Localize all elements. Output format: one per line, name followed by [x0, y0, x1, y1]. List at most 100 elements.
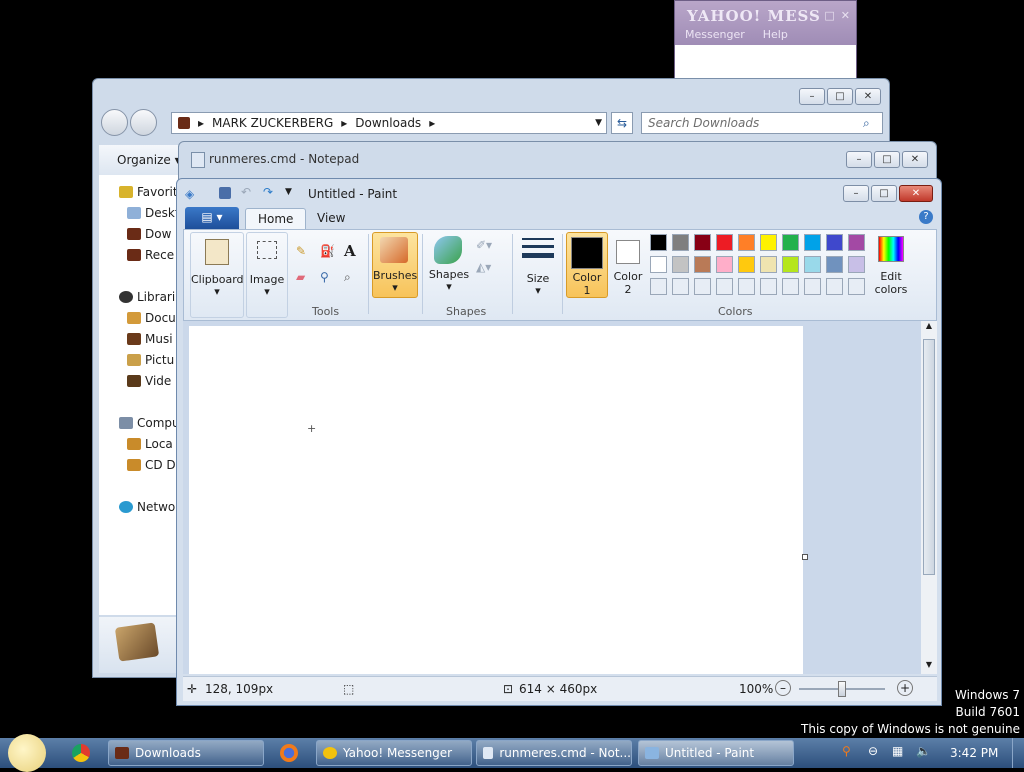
- redo-icon[interactable]: ↷: [263, 185, 273, 199]
- tray-icon[interactable]: ⊖: [868, 744, 878, 758]
- nav-computer[interactable]: Compu: [119, 416, 180, 430]
- nav-videos[interactable]: Vide: [127, 374, 171, 388]
- custom-color-slot[interactable]: [782, 278, 799, 295]
- show-desktop-button[interactable]: [1012, 738, 1024, 768]
- palette-swatch[interactable]: [848, 256, 865, 273]
- yahoo-window-controls[interactable]: – □ ✕: [813, 9, 850, 22]
- volume-icon[interactable]: 🔈: [916, 744, 931, 758]
- close-icon[interactable]: ✕: [841, 9, 850, 22]
- maximize-button[interactable]: □: [874, 151, 900, 168]
- palette-swatch[interactable]: [738, 234, 755, 251]
- nav-documents[interactable]: Docu: [127, 311, 176, 325]
- scroll-thumb[interactable]: [923, 339, 935, 575]
- tab-home[interactable]: Home: [245, 208, 307, 230]
- nav-cd-drive[interactable]: CD D: [127, 458, 176, 472]
- close-button[interactable]: ✕: [899, 185, 933, 202]
- resize-handle[interactable]: [802, 554, 808, 560]
- nav-local-disk[interactable]: Loca: [127, 437, 173, 451]
- paint-menu-button[interactable]: ▤ ▾: [185, 207, 239, 229]
- custom-color-slot[interactable]: [650, 278, 667, 295]
- nav-favorites[interactable]: Favorit: [119, 185, 178, 199]
- network-tray-icon[interactable]: ▦: [892, 744, 903, 758]
- zoom-in-icon[interactable]: +: [897, 680, 913, 696]
- breadcrumb-downloads[interactable]: Downloads: [355, 116, 421, 130]
- minimize-button[interactable]: –: [843, 185, 869, 202]
- image-button[interactable]: Image ▾: [246, 232, 288, 318]
- back-button[interactable]: [101, 109, 128, 136]
- custom-color-slot[interactable]: [826, 278, 843, 295]
- notepad-window[interactable]: runmeres.cmd - Notepad – □ ✕: [178, 141, 937, 181]
- help-icon[interactable]: ?: [919, 210, 933, 224]
- custom-color-slot[interactable]: [716, 278, 733, 295]
- search-tray-icon[interactable]: ⚲: [842, 744, 851, 758]
- breadcrumb-user[interactable]: MARK ZUCKERBERG: [212, 116, 333, 130]
- palette-swatch[interactable]: [760, 256, 777, 273]
- custom-color-slot[interactable]: [804, 278, 821, 295]
- yahoo-messenger-window[interactable]: YAHOO! MESS – □ ✕ Messenger Help: [674, 0, 857, 78]
- nav-network[interactable]: Netwo: [119, 500, 175, 514]
- close-button[interactable]: ✕: [902, 151, 928, 168]
- chrome-icon[interactable]: [72, 744, 90, 762]
- nav-downloads[interactable]: Dow: [127, 227, 171, 241]
- palette-swatch[interactable]: [716, 234, 733, 251]
- taskbar-paint[interactable]: Untitled - Paint: [638, 740, 794, 766]
- magnifier-icon[interactable]: ⌕: [344, 270, 351, 285]
- pencil-icon[interactable]: ✎: [296, 244, 306, 258]
- palette-swatch[interactable]: [782, 234, 799, 251]
- custom-color-slot[interactable]: [672, 278, 689, 295]
- palette-swatch[interactable]: [826, 234, 843, 251]
- palette-swatch[interactable]: [826, 256, 843, 273]
- shapes-button[interactable]: Shapes ▾: [428, 232, 470, 296]
- eraser-icon[interactable]: ▰: [296, 270, 305, 284]
- custom-color-slot[interactable]: [694, 278, 711, 295]
- firefox-icon[interactable]: [280, 744, 298, 762]
- paint-window[interactable]: ◈ ↶ ↷ ▼ Untitled - Paint – □ ✕ ▤ ▾ Home …: [176, 178, 942, 706]
- refresh-button[interactable]: ⇆: [611, 112, 633, 134]
- edit-colors-button[interactable]: Edit colors: [872, 232, 910, 296]
- address-bar[interactable]: ▸ MARK ZUCKERBERG ▸ Downloads ▸ ▼: [171, 112, 607, 134]
- palette-swatch[interactable]: [716, 256, 733, 273]
- start-button[interactable]: [8, 734, 46, 772]
- taskbar-downloads[interactable]: Downloads: [108, 740, 264, 766]
- dropdown-icon[interactable]: ▼: [595, 118, 602, 128]
- search-icon[interactable]: ⌕: [863, 116, 870, 131]
- maximize-icon[interactable]: □: [824, 9, 834, 22]
- brushes-button[interactable]: Brushes ▾: [372, 232, 418, 298]
- palette-swatch[interactable]: [804, 256, 821, 273]
- menu-help[interactable]: Help: [763, 28, 788, 41]
- undo-icon[interactable]: ↶: [241, 185, 251, 199]
- size-button[interactable]: Size ▾: [518, 232, 558, 297]
- organize-button[interactable]: Organize ▾: [117, 153, 181, 167]
- custom-color-slot[interactable]: [760, 278, 777, 295]
- drawing-canvas[interactable]: +: [189, 326, 803, 674]
- taskbar-notepad[interactable]: runmeres.cmd - Not...: [476, 740, 632, 766]
- palette-swatch[interactable]: [848, 234, 865, 251]
- nav-desktop[interactable]: Deskt: [127, 206, 180, 220]
- palette-swatch[interactable]: [760, 234, 777, 251]
- palette-swatch[interactable]: [650, 256, 667, 273]
- scroll-down-icon[interactable]: ▼: [921, 660, 937, 674]
- fill-icon[interactable]: ⛽: [320, 244, 335, 258]
- color-picker-icon[interactable]: ⚲: [320, 270, 329, 284]
- custom-color-slot[interactable]: [848, 278, 865, 295]
- menu-messenger[interactable]: Messenger: [685, 28, 745, 41]
- minimize-button[interactable]: –: [799, 88, 825, 105]
- custom-color-slot[interactable]: [738, 278, 755, 295]
- palette-swatch[interactable]: [694, 256, 711, 273]
- nav-recent[interactable]: Rece: [127, 248, 174, 262]
- maximize-button[interactable]: □: [871, 185, 897, 202]
- fill-shape-icon[interactable]: ◭▾: [476, 260, 491, 274]
- color2-button[interactable]: Color 2: [610, 232, 646, 296]
- zoom-slider-thumb[interactable]: [838, 681, 846, 697]
- minimize-button[interactable]: –: [846, 151, 872, 168]
- outline-icon[interactable]: ✐▾: [476, 238, 492, 252]
- zoom-out-icon[interactable]: –: [775, 680, 791, 696]
- scroll-up-icon[interactable]: ▲: [921, 321, 937, 335]
- quick-access-dropdown-icon[interactable]: ▼: [285, 187, 292, 197]
- palette-swatch[interactable]: [672, 256, 689, 273]
- vertical-scrollbar[interactable]: ▲ ▼: [921, 321, 937, 674]
- palette-swatch[interactable]: [694, 234, 711, 251]
- close-button[interactable]: ✕: [855, 88, 881, 105]
- palette-swatch[interactable]: [804, 234, 821, 251]
- color1-button[interactable]: Color 1: [566, 232, 608, 298]
